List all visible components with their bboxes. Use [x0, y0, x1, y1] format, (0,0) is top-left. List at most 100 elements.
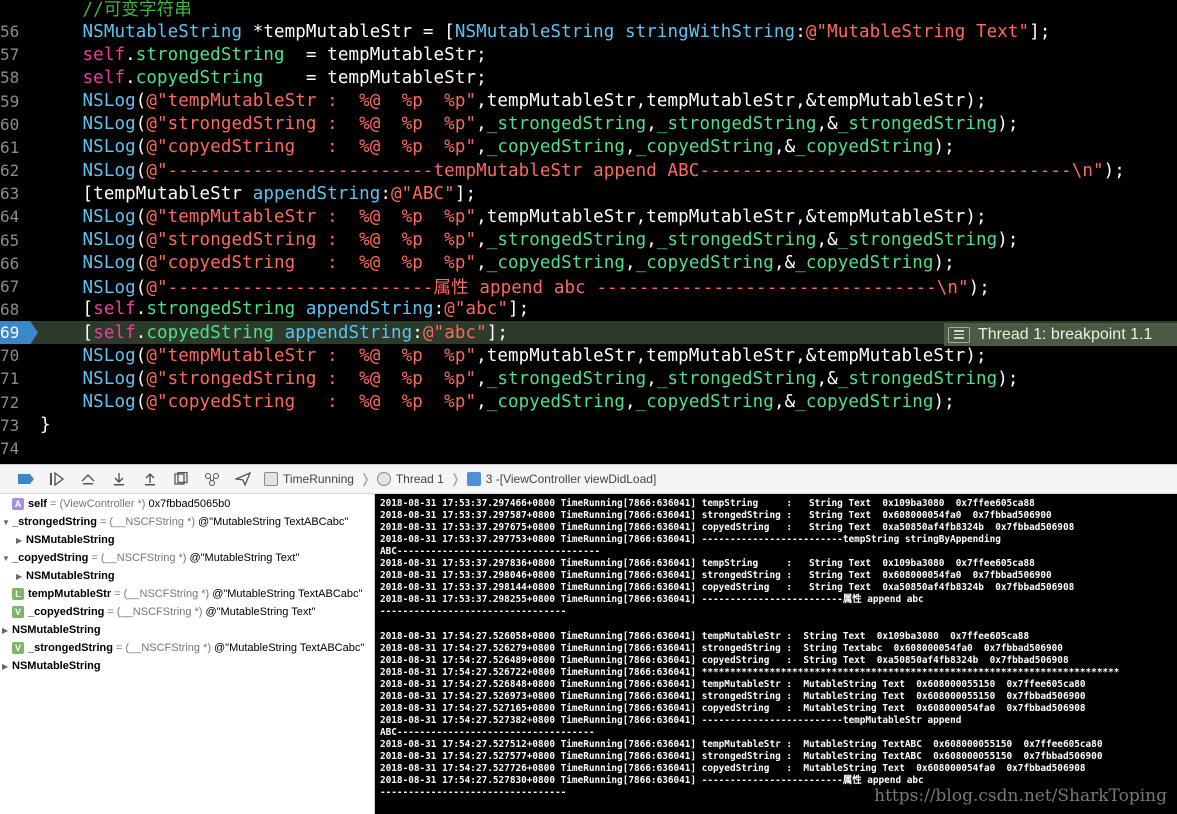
disclosure-open-icon[interactable]: ▼ — [2, 518, 12, 527]
thread-breakpoint-badge[interactable]: Thread 1: breakpoint 1.1 — [944, 323, 1177, 346]
breadcrumb-app[interactable]: TimeRunning ❭ — [264, 471, 371, 487]
variable-type: = (__NSCFString *) — [115, 642, 212, 654]
console-line: 2018-08-31 17:53:37.298046+0800 TimeRunn… — [380, 570, 1052, 582]
code-token: ]; — [454, 183, 477, 204]
line-number[interactable]: 63 — [0, 184, 40, 203]
line-number[interactable]: 62 — [0, 161, 40, 180]
code-editor[interactable]: //可变字符串 56 NSMutableString *tempMutableSt… — [0, 0, 1177, 464]
continue-icon[interactable] — [41, 464, 72, 494]
breadcrumb-thread[interactable]: Thread 1 ❭ — [376, 471, 461, 487]
console-line: 2018-08-31 17:53:37.297753+0800 TimeRunn… — [380, 534, 1001, 546]
disclosure-closed-icon[interactable]: ▶ — [16, 572, 26, 581]
console-line: 2018-08-31 17:54:27.527577+0800 TimeRunn… — [380, 751, 1103, 763]
code-line[interactable]: 57 self.strongedString = tempMutableStr; — [0, 43, 1177, 66]
code-line[interactable]: 56 NSMutableString *tempMutableStr = [NS… — [0, 20, 1177, 43]
line-number[interactable]: 69 — [0, 323, 40, 342]
code-line[interactable]: 62 NSLog(@"-------------------------temp… — [0, 159, 1177, 182]
variable-row[interactable]: V _strongedString = (__NSCFString *) @"Muta… — [2, 639, 364, 657]
line-number[interactable]: 67 — [0, 277, 40, 296]
line-number[interactable]: 71 — [0, 369, 40, 388]
line-number[interactable]: 57 — [0, 45, 40, 64]
variable-value: 0x7fbbad5065b0 — [148, 498, 231, 510]
breadcrumb-frame[interactable]: 3 -[ViewController viewDidLoad] — [466, 472, 656, 486]
variable-row[interactable]: ▶ NSMutableString — [2, 657, 107, 675]
code-line[interactable]: 60 NSLog(@"strongedString : %@ %p %p",_s… — [0, 113, 1177, 136]
variable-row[interactable]: LtempMutableStr = (__NSCFString *) @"Mutab… — [2, 585, 362, 603]
line-number[interactable]: 65 — [0, 231, 40, 250]
disclosure-closed-icon[interactable]: ▶ — [2, 662, 12, 671]
code-token: , — [625, 392, 636, 413]
disclosure-open-icon[interactable]: ▼ — [2, 554, 12, 563]
code-token: strongedString — [146, 299, 296, 320]
code-token: _copyedString — [486, 253, 626, 274]
variable-row[interactable]: Aself = (ViewController *) 0x7fbbad5065b0 — [2, 495, 230, 513]
code-text: //可变字符串 — [40, 0, 192, 21]
console-output[interactable]: https://blog.csdn.net/SharkToping 2018-0… — [375, 494, 1177, 814]
code-line[interactable]: 74 — [0, 437, 1177, 460]
code-token: NSLog — [82, 345, 136, 366]
code-token: _strongedString — [837, 114, 998, 135]
code-line[interactable]: 61 NSLog(@"copyedString : %@ %p %p",_cop… — [0, 136, 1177, 159]
code-line[interactable]: 68 [self.strongedString appendString:@"a… — [0, 298, 1177, 321]
line-number[interactable]: 66 — [0, 254, 40, 273]
code-token: _copyedString — [635, 137, 774, 158]
line-number[interactable]: 72 — [0, 393, 40, 412]
step-over-icon[interactable] — [72, 464, 103, 494]
code-line[interactable]: 64 NSLog(@"tempMutableStr : %@ %p %p",te… — [0, 205, 1177, 228]
code-line[interactable]: 70 NSLog(@"tempMutableStr : %@ %p %p",te… — [0, 344, 1177, 367]
line-number[interactable]: 70 — [0, 346, 40, 365]
line-number[interactable]: 56 — [0, 22, 40, 41]
variable-row[interactable]: ▶ NSMutableString — [16, 531, 121, 549]
line-number[interactable]: 59 — [0, 92, 40, 111]
step-out-icon[interactable] — [134, 464, 165, 494]
disclosure-closed-icon[interactable]: ▶ — [2, 626, 12, 635]
console-line: 2018-08-31 17:54:27.527512+0800 TimeRunn… — [380, 739, 1103, 750]
step-into-icon[interactable] — [103, 464, 134, 494]
line-number[interactable]: 73 — [0, 416, 40, 435]
memory-graph-icon[interactable] — [196, 464, 227, 494]
console-line: 2018-08-31 17:53:37.298144+0800 TimeRunn… — [380, 582, 1075, 594]
location-icon[interactable] — [227, 464, 258, 494]
code-line[interactable]: 66 NSLog(@"copyedString : %@ %p %p",_cop… — [0, 252, 1177, 275]
line-number[interactable]: 74 — [0, 439, 40, 458]
code-line[interactable]: 72 NSLog(@"copyedString : %@ %p %p",_cop… — [0, 391, 1177, 414]
code-line[interactable]: 67 NSLog(@"-------------------------属性 a… — [0, 275, 1177, 298]
variable-row[interactable]: ▼ _copyedString = (__NSCFString *) @"Mutabl… — [2, 549, 299, 567]
line-number[interactable]: 60 — [0, 115, 40, 134]
code-token: @"abc" — [444, 299, 509, 320]
code-token: NSLog — [82, 206, 136, 227]
code-token: NSLog — [82, 114, 136, 135]
code-line[interactable]: 63 [tempMutableStr appendString:@"ABC"]; — [0, 182, 1177, 205]
code-token: _strongedString — [486, 230, 647, 250]
code-line[interactable]: 58 self.copyedString = tempMutableStr; — [0, 66, 1177, 89]
code-text: NSLog(@"strongedString : %@ %p %p",_stro… — [40, 114, 1019, 134]
code-text: NSLog(@"tempMutableStr : %@ %p %p",tempM… — [40, 346, 987, 366]
breakpoints-toggle-icon[interactable] — [10, 464, 41, 494]
variable-value: @"MutableString TextABCabc" — [214, 642, 365, 654]
code-line[interactable]: 73} — [0, 414, 1177, 437]
code-token: , — [476, 230, 487, 250]
variable-kind-icon: A — [12, 498, 24, 510]
code-line[interactable]: 71 NSLog(@"strongedString : %@ %p %p",_s… — [0, 367, 1177, 390]
code-token: ( — [135, 345, 147, 366]
code-line[interactable]: //可变字符串 — [0, 0, 1177, 20]
line-number[interactable]: 64 — [0, 207, 40, 226]
code-token: NSLog — [82, 230, 136, 250]
variable-name: NSMutableString — [26, 570, 115, 582]
code-text: [self.strongedString appendString:@"abc"… — [40, 299, 530, 320]
code-text: NSLog(@"copyedString : %@ %p %p",_copyed… — [40, 253, 955, 273]
variable-row[interactable]: ▼ _strongedString = (__NSCFString *) @"Muta… — [2, 513, 348, 531]
code-token: ( — [135, 368, 147, 389]
code-line[interactable]: 59 NSLog(@"tempMutableStr : %@ %p %p",te… — [0, 90, 1177, 113]
disclosure-closed-icon[interactable]: ▶ — [16, 536, 26, 545]
line-number[interactable]: 58 — [0, 68, 40, 87]
code-line[interactable]: 65 NSLog(@"strongedString : %@ %p %p",_s… — [0, 229, 1177, 252]
line-number[interactable]: 68 — [0, 300, 40, 319]
variable-row[interactable]: V _copyedString = (__NSCFString *) @"Mutabl… — [2, 603, 315, 621]
variable-row[interactable]: ▶ NSMutableString — [2, 621, 107, 639]
variables-view[interactable]: Aself = (ViewController *) 0x7fbbad5065b0 ▼… — [0, 494, 375, 814]
code-text: } — [40, 415, 51, 435]
view-hierarchy-icon[interactable] — [165, 464, 196, 494]
variable-row[interactable]: ▶ NSMutableString — [16, 567, 121, 585]
line-number[interactable]: 61 — [0, 138, 40, 157]
